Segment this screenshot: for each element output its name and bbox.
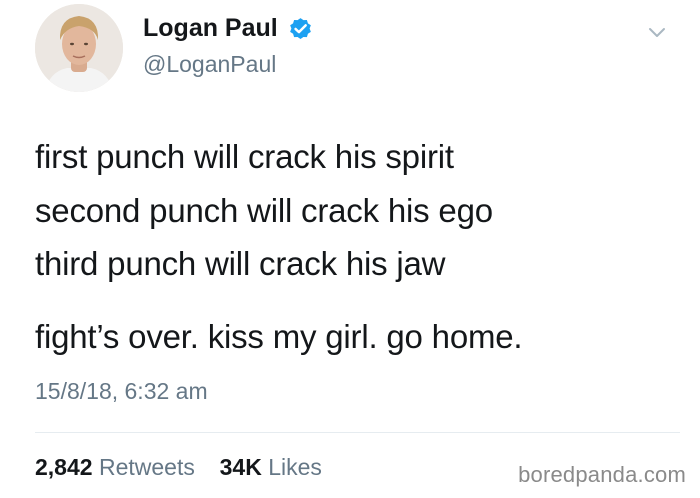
avatar-illustration xyxy=(35,4,123,92)
retweets-count: 2,842 xyxy=(35,454,93,480)
watermark: boredpanda.com xyxy=(518,462,686,487)
likes-count: 34K xyxy=(219,454,262,480)
retweets-stat[interactable]: 2,842 Retweets xyxy=(35,454,201,480)
retweets-label: Retweets xyxy=(98,454,195,480)
verified-badge-icon xyxy=(287,15,314,42)
tweet-stats: 2,842 Retweets 34K Likes xyxy=(35,454,322,481)
chevron-down-icon[interactable] xyxy=(646,22,668,44)
profile-avatar[interactable] xyxy=(35,4,123,92)
divider xyxy=(35,432,680,433)
author-handle[interactable]: @LoganPaul xyxy=(143,51,276,78)
likes-stat[interactable]: 34K Likes xyxy=(213,454,322,480)
tweet-card: Logan Paul @LoganPaul first punch will c… xyxy=(0,0,700,498)
tweet-text-line: second punch will crack his ego xyxy=(35,192,493,229)
tweet-text-line: fight’s over. kiss my girl. go home. xyxy=(35,318,523,355)
likes-label: Likes xyxy=(268,454,322,480)
author-display-name[interactable]: Logan Paul xyxy=(143,14,278,43)
tweet-text-line: first punch will crack his spirit xyxy=(35,138,454,175)
tweet-text-line: third punch will crack his jaw xyxy=(35,245,446,282)
tweet-timestamp[interactable]: 15/8/18, 6:32 am xyxy=(35,378,208,405)
